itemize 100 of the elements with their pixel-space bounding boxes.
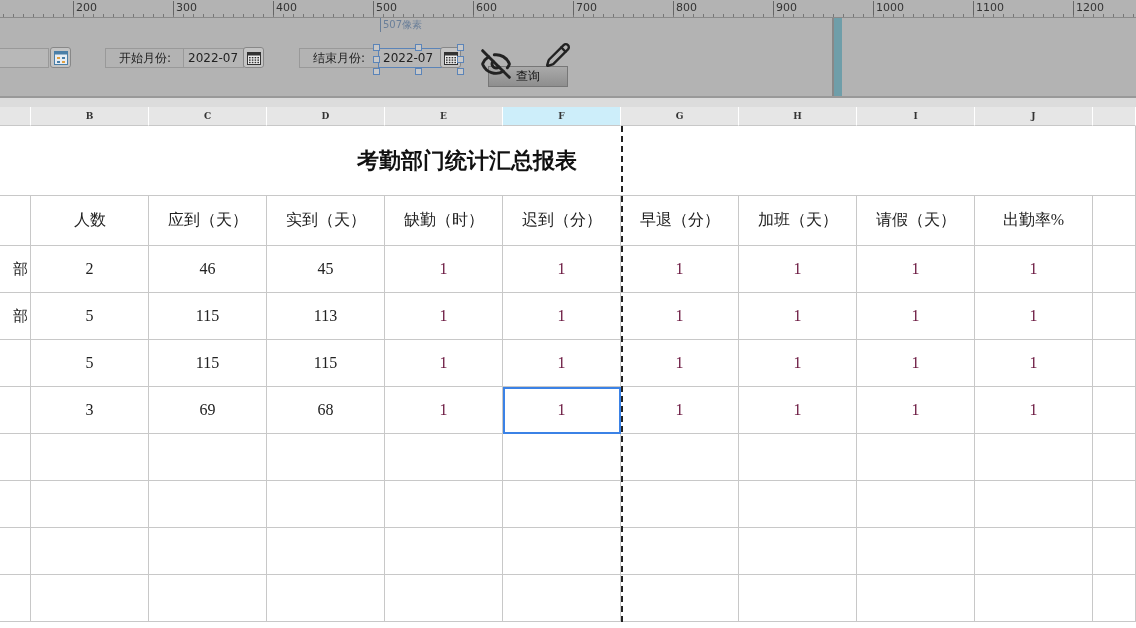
table-cell <box>0 340 31 387</box>
ruler-label: 1000 <box>873 1 904 15</box>
table-cell <box>1093 340 1136 387</box>
column-header[interactable]: C <box>149 107 267 126</box>
table-cell: 1 <box>385 293 503 340</box>
calendar-button[interactable] <box>243 47 264 68</box>
table-cell <box>1093 293 1136 340</box>
table-cell: 69 <box>149 387 267 434</box>
table-cell: 2 <box>31 246 149 293</box>
table-cell: 1 <box>739 340 857 387</box>
table-cell: 46 <box>149 246 267 293</box>
resize-handle[interactable] <box>415 44 422 51</box>
table-cell <box>0 575 31 622</box>
input-field[interactable] <box>0 48 49 68</box>
department-cell: 部 <box>0 246 31 293</box>
resize-handle[interactable] <box>415 68 422 75</box>
month-field[interactable]: 2022-07 <box>183 48 244 68</box>
table-cell: 1 <box>857 340 975 387</box>
table-cell: 115 <box>149 293 267 340</box>
column-header[interactable] <box>1093 107 1136 126</box>
ruler-label: 800 <box>673 1 697 15</box>
pencil-icon[interactable] <box>545 42 571 68</box>
table-cell: 1 <box>503 340 621 387</box>
query-button[interactable]: 查询 <box>488 66 568 87</box>
table-icon <box>53 50 68 65</box>
table-cell: 5 <box>31 293 149 340</box>
table-cell: 1 <box>503 387 621 434</box>
table-cell: 68 <box>267 387 385 434</box>
ruler-label: 300 <box>173 1 197 15</box>
table-cell: 1 <box>503 293 621 340</box>
header-cell: 出勤率% <box>975 196 1093 246</box>
table-cell <box>1093 196 1136 246</box>
table-cell: 1 <box>975 387 1093 434</box>
table-cell: 113 <box>267 293 385 340</box>
table-cell <box>0 196 31 246</box>
month-field[interactable]: 2022-07 <box>378 48 442 68</box>
column-header[interactable]: G <box>621 107 739 126</box>
table-cell <box>0 387 31 434</box>
calendar-button[interactable] <box>440 47 461 68</box>
table-cell: 1 <box>385 387 503 434</box>
header-cell: 实到（天） <box>267 196 385 246</box>
table-cell: 5 <box>31 340 149 387</box>
eye-off-icon[interactable] <box>480 48 512 80</box>
table-cell: 1 <box>621 293 739 340</box>
table-button[interactable] <box>50 47 71 68</box>
ruler-label: 700 <box>573 1 597 15</box>
header-cell: 早退（分） <box>621 196 739 246</box>
calendar-icon <box>246 50 261 65</box>
table-cell: 1 <box>621 340 739 387</box>
table-cell: 3 <box>31 387 149 434</box>
table-cell: 1 <box>739 387 857 434</box>
table-cell: 1 <box>621 387 739 434</box>
column-header[interactable]: B <box>31 107 149 126</box>
header-cell: 缺勤（时） <box>385 196 503 246</box>
table-cell: 1 <box>385 340 503 387</box>
column-header[interactable] <box>0 107 31 126</box>
splitter[interactable] <box>832 18 842 96</box>
column-header[interactable]: I <box>857 107 975 126</box>
ruler-label: 200 <box>73 1 97 15</box>
table-cell <box>1093 246 1136 293</box>
column-header[interactable]: E <box>385 107 503 126</box>
table-cell <box>1093 387 1136 434</box>
table-cell: 45 <box>267 246 385 293</box>
column-header[interactable]: H <box>739 107 857 126</box>
department-cell: 部 <box>0 293 31 340</box>
header-cell: 人数 <box>31 196 149 246</box>
ruler-label: 500 <box>373 1 397 15</box>
table-cell: 1 <box>857 246 975 293</box>
table-cell: 1 <box>739 293 857 340</box>
table-cell <box>0 528 31 575</box>
table-cell <box>1093 434 1136 481</box>
table-cell <box>1093 575 1136 622</box>
table-cell: 1 <box>975 293 1093 340</box>
table-cell <box>0 434 31 481</box>
table-cell: 115 <box>267 340 385 387</box>
table-cell: 1 <box>857 293 975 340</box>
calendar-icon <box>443 50 458 65</box>
ruler-label: 1100 <box>973 1 1004 15</box>
table-cell: 1 <box>857 387 975 434</box>
ruler-label: 400 <box>273 1 297 15</box>
table-cell: 1 <box>621 246 739 293</box>
header-cell: 请假（天） <box>857 196 975 246</box>
table-cell: 1 <box>385 246 503 293</box>
table-cell: 1 <box>503 246 621 293</box>
table-cell <box>1093 126 1136 196</box>
table-cell <box>0 481 31 528</box>
ruler-label: 1200 <box>1073 1 1104 15</box>
table-cell: 1 <box>975 340 1093 387</box>
header-cell: 加班（天） <box>739 196 857 246</box>
column-header[interactable]: F <box>503 107 621 126</box>
report-title: 考勤部门统计汇总报表 <box>0 126 1093 196</box>
table-cell: 115 <box>149 340 267 387</box>
table-cell: 1 <box>739 246 857 293</box>
table-cell: 1 <box>975 246 1093 293</box>
ruler-label: 600 <box>473 1 497 15</box>
column-header[interactable]: D <box>267 107 385 126</box>
column-header[interactable]: J <box>975 107 1093 126</box>
table-cell <box>1093 528 1136 575</box>
table-cell <box>1093 481 1136 528</box>
header-cell: 迟到（分） <box>503 196 621 246</box>
